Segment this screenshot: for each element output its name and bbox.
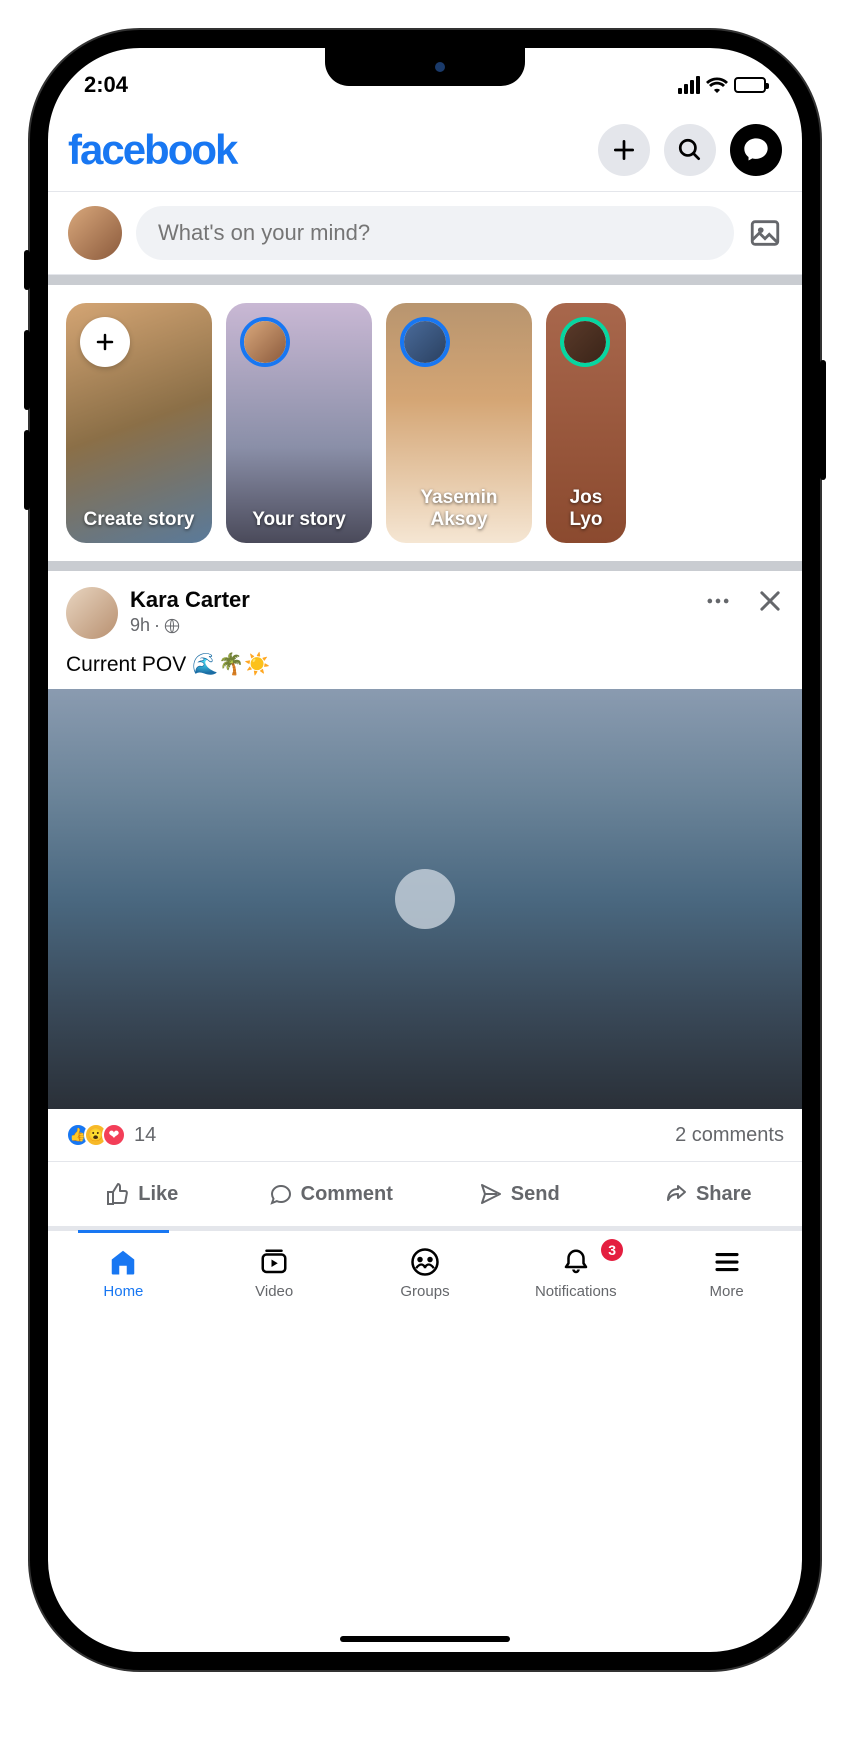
more-icon[interactable] xyxy=(704,587,732,615)
cellular-signal-icon xyxy=(678,76,700,94)
story-label: Yasemin Aksoy xyxy=(386,487,532,531)
photo-icon[interactable] xyxy=(748,216,782,250)
story-create[interactable]: Create story xyxy=(66,303,212,543)
globe-icon xyxy=(164,618,180,634)
stories-tray[interactable]: Create story Your story Yasemin Aksoy Jo… xyxy=(48,285,802,561)
plus-icon xyxy=(611,137,637,163)
notification-badge: 3 xyxy=(601,1239,623,1261)
comments-count[interactable]: 2 comments xyxy=(675,1124,784,1147)
story-label: Your story xyxy=(244,509,354,531)
story-label: Jos Lyo xyxy=(561,487,610,531)
story-avatar-ring xyxy=(400,317,450,367)
bell-icon xyxy=(561,1247,591,1277)
comment-icon xyxy=(269,1182,293,1206)
plus-icon xyxy=(93,330,117,354)
nav-groups[interactable]: Groups xyxy=(350,1241,501,1300)
home-indicator[interactable] xyxy=(340,1636,510,1642)
status-icons xyxy=(678,76,766,94)
facebook-logo[interactable]: facebook xyxy=(68,126,236,174)
reaction-count: 14 xyxy=(134,1124,156,1147)
post-media-image[interactable] xyxy=(48,689,802,1109)
post-reactions-bar[interactable]: 👍 😮 ❤ 14 2 comments xyxy=(48,1109,802,1161)
app-header: facebook xyxy=(48,108,802,192)
close-icon[interactable] xyxy=(756,587,784,615)
nav-notifications[interactable]: 3 Notifications xyxy=(500,1241,651,1300)
status-time: 2:04 xyxy=(84,72,128,98)
wifi-icon xyxy=(706,77,728,93)
composer-row xyxy=(48,192,802,275)
nav-label: More xyxy=(709,1283,743,1300)
story-label: Create story xyxy=(76,509,203,531)
nav-more[interactable]: More xyxy=(651,1241,802,1300)
post-timestamp: 9h· xyxy=(130,615,692,636)
feed-post: Kara Carter 9h· Current POV 🌊🌴☀️ 👍 xyxy=(48,571,802,1226)
bottom-nav: Home Video Groups 3 Notifications More xyxy=(48,1230,802,1340)
nav-label: Notifications xyxy=(535,1283,617,1300)
menu-icon xyxy=(712,1247,742,1277)
story-avatar-ring xyxy=(240,317,290,367)
nav-video[interactable]: Video xyxy=(199,1241,350,1300)
post-author-avatar[interactable] xyxy=(66,587,118,639)
share-icon xyxy=(664,1182,688,1206)
story-friend[interactable]: Jos Lyo xyxy=(546,303,626,543)
story-friend[interactable]: Yasemin Aksoy xyxy=(386,303,532,543)
nav-label: Home xyxy=(103,1283,143,1300)
thumb-up-icon xyxy=(106,1182,130,1206)
media-loading-indicator xyxy=(395,869,455,929)
story-your-story[interactable]: Your story xyxy=(226,303,372,543)
video-icon xyxy=(259,1247,289,1277)
like-button[interactable]: Like xyxy=(48,1170,237,1218)
home-icon xyxy=(108,1247,138,1277)
story-avatar-ring xyxy=(560,317,610,367)
nav-label: Video xyxy=(255,1283,293,1300)
messenger-button[interactable] xyxy=(730,124,782,176)
groups-icon xyxy=(410,1247,440,1277)
send-button[interactable]: Send xyxy=(425,1170,614,1218)
nav-label: Groups xyxy=(400,1283,449,1300)
create-story-badge xyxy=(80,317,130,367)
send-icon xyxy=(479,1182,503,1206)
composer-input[interactable] xyxy=(136,206,734,260)
reaction-icons: 👍 😮 ❤ xyxy=(66,1123,126,1147)
comment-button[interactable]: Comment xyxy=(237,1170,426,1218)
nav-home[interactable]: Home xyxy=(48,1241,199,1300)
love-reaction-icon: ❤ xyxy=(102,1123,126,1147)
share-button[interactable]: Share xyxy=(614,1170,803,1218)
search-icon xyxy=(677,137,703,163)
battery-icon xyxy=(734,77,766,93)
user-avatar[interactable] xyxy=(68,206,122,260)
post-caption: Current POV 🌊🌴☀️ xyxy=(48,649,802,689)
create-button[interactable] xyxy=(598,124,650,176)
post-author-name[interactable]: Kara Carter xyxy=(130,587,692,613)
search-button[interactable] xyxy=(664,124,716,176)
messenger-icon xyxy=(742,136,770,164)
